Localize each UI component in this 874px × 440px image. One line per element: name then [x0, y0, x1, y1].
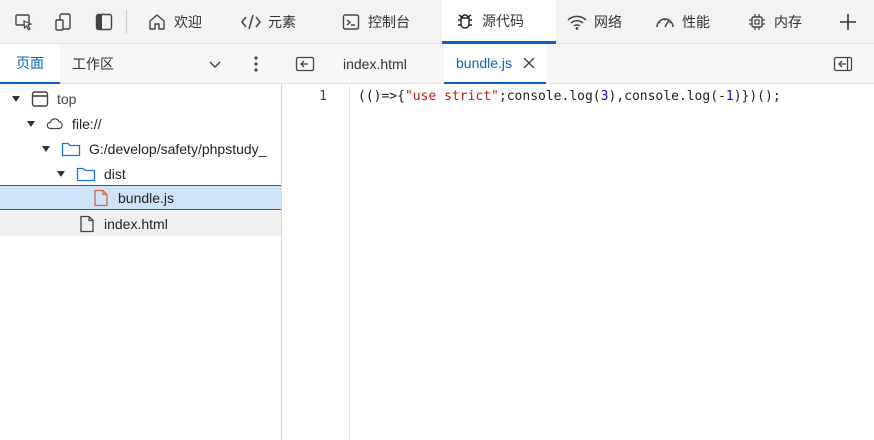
tab-performance[interactable]: 性能: [654, 0, 728, 44]
tree-item-label: G:/develop/safety/phpstudy_: [89, 140, 267, 157]
tree-item-label: dist: [104, 165, 126, 182]
dock-side-icon[interactable]: [92, 10, 116, 34]
tree-item-label: bundle.js: [118, 189, 175, 206]
home-icon: [146, 11, 168, 33]
close-icon[interactable]: [522, 56, 536, 70]
tab-page[interactable]: 页面: [0, 44, 60, 84]
tree-item-project-folder[interactable]: G:/develop/safety/phpstudy_: [0, 136, 281, 161]
code-number-token: 3: [600, 89, 609, 104]
file-icon: [78, 215, 96, 233]
console-icon: [340, 11, 362, 33]
chip-icon: [746, 11, 768, 33]
tree-item-label: index.html: [104, 215, 168, 232]
tree-item-label: file://: [72, 115, 102, 132]
expand-triangle-icon[interactable]: [41, 144, 51, 154]
tab-console[interactable]: 控制台: [340, 0, 430, 44]
tab-label: 内存: [774, 14, 802, 30]
js-file-icon: [92, 189, 110, 207]
inspect-icon[interactable]: [12, 10, 36, 34]
cloud-icon: [46, 115, 64, 133]
tab-label: bundle.js: [456, 55, 513, 71]
tab-network[interactable]: 网络: [566, 0, 636, 44]
toggle-navigator-icon[interactable]: [294, 44, 316, 84]
editor-tab-index-html[interactable]: index.html: [343, 44, 407, 84]
gauge-icon: [654, 11, 676, 33]
tree-item-label: top: [57, 90, 77, 107]
wifi-icon: [566, 11, 588, 33]
tab-label: 源代码: [482, 12, 524, 29]
line-gutter: 1: [282, 85, 350, 440]
tab-label: 页面: [16, 55, 44, 71]
tab-label: 工作区: [72, 56, 114, 72]
tab-workspace[interactable]: 工作区: [72, 44, 114, 84]
editor-panel: index.html bundle.js 1 (()=>{"use strict…: [282, 44, 874, 440]
code-number-token: 1: [725, 89, 734, 104]
tab-label: 控制台: [368, 14, 410, 30]
tree-item-file-scheme[interactable]: file://: [0, 111, 281, 136]
tab-elements[interactable]: 元素: [240, 0, 320, 44]
tab-memory[interactable]: 内存: [746, 0, 820, 44]
code-line[interactable]: (()=>{"use strict";console.log(3),consol…: [358, 89, 781, 104]
folder-icon: [76, 165, 96, 183]
bug-icon: [454, 10, 476, 32]
line-number: 1: [319, 89, 327, 104]
frame-icon: [31, 90, 49, 108]
folder-icon: [61, 140, 81, 158]
expand-triangle-icon[interactable]: [11, 94, 21, 104]
tab-label: 性能: [682, 14, 710, 30]
chevron-down-icon[interactable]: [206, 44, 224, 84]
navigator-panel: 页面 工作区 top file:// G:/develop/safety/php…: [0, 44, 282, 440]
code-tags-icon: [240, 11, 262, 33]
toggle-debugger-icon[interactable]: [832, 44, 854, 84]
tab-label: index.html: [343, 56, 407, 72]
navigator-tabs: 页面 工作区: [0, 44, 282, 84]
tree-item-dist-folder[interactable]: dist: [0, 161, 281, 186]
toolbar-separator: [126, 10, 127, 34]
code-editor[interactable]: 1 (()=>{"use strict";console.log(3),cons…: [282, 85, 874, 440]
tab-welcome[interactable]: 欢迎: [146, 0, 222, 44]
tab-sources[interactable]: 源代码: [442, 0, 556, 44]
editor-tabs: index.html bundle.js: [282, 44, 874, 84]
tree-item-top[interactable]: top: [0, 86, 281, 111]
tree-item-bundle-js[interactable]: bundle.js: [0, 185, 281, 210]
code-string-token: "use strict": [404, 89, 499, 104]
expand-triangle-icon[interactable]: [26, 119, 36, 129]
tab-label: 欢迎: [174, 14, 202, 30]
devtools-toolbar: 欢迎 元素 控制台 源代码 网络 性能 内存: [0, 0, 874, 44]
plus-icon[interactable]: [836, 10, 860, 34]
device-emulation-icon[interactable]: [52, 10, 76, 34]
tab-label: 网络: [594, 14, 622, 30]
tree-item-index-html[interactable]: index.html: [0, 211, 281, 236]
editor-tab-bundle-js[interactable]: bundle.js: [444, 44, 546, 84]
expand-triangle-icon[interactable]: [56, 169, 66, 179]
tab-label: 元素: [268, 14, 296, 30]
more-options-icon[interactable]: [248, 44, 264, 84]
